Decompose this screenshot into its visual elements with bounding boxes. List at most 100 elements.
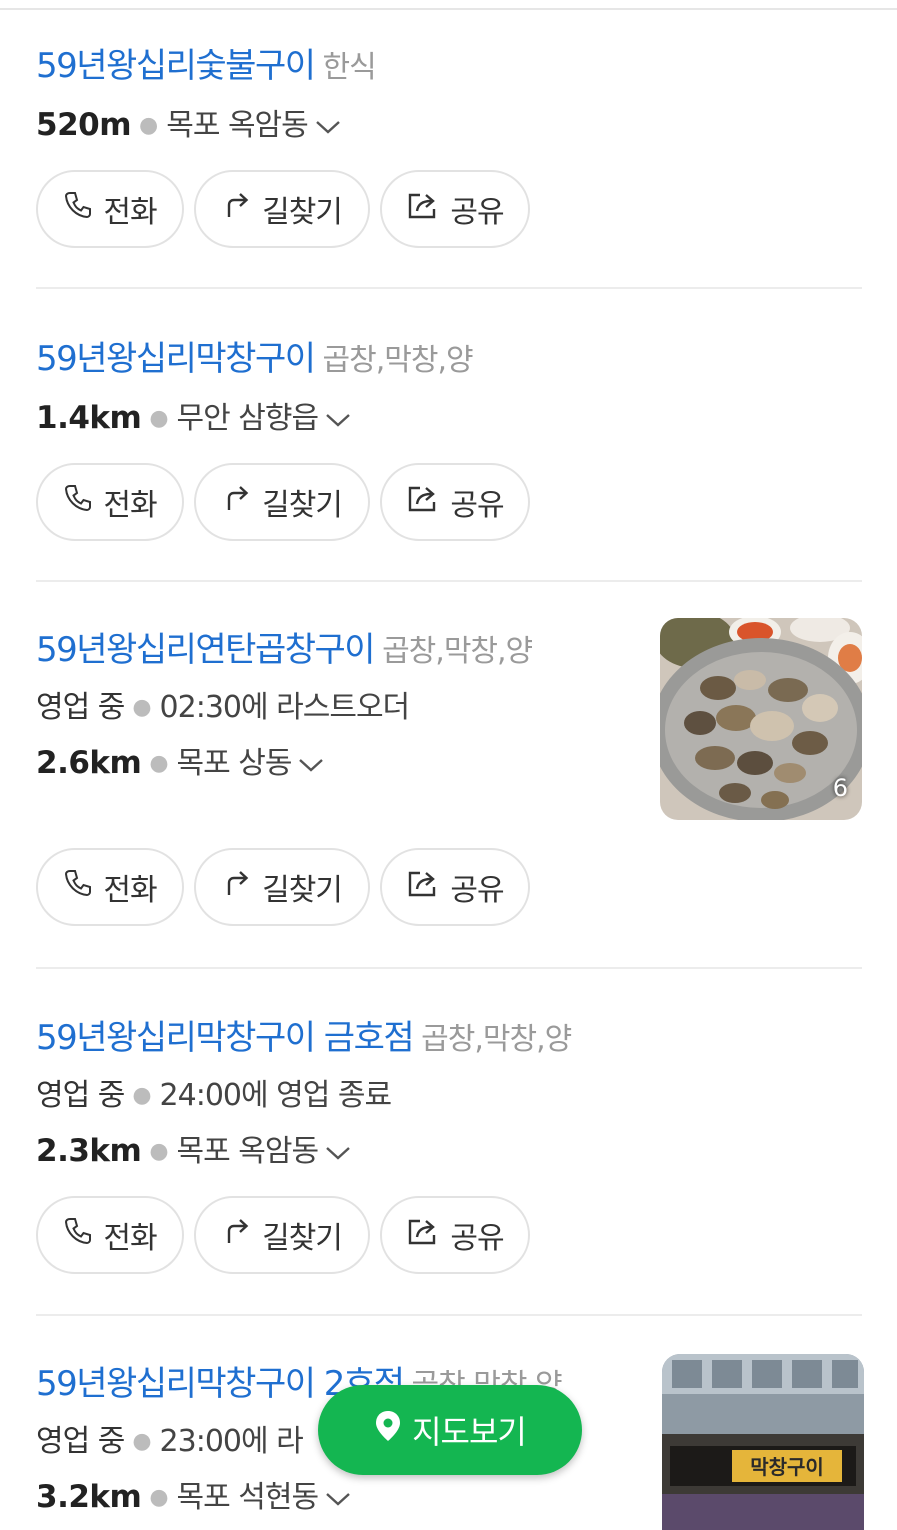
route-button[interactable]: 길찾기: [194, 463, 370, 541]
phone-icon: [63, 868, 103, 906]
place-category: 곱창,막창,양: [322, 343, 474, 378]
location-line[interactable]: 1.4km ● 무안 삼향읍: [36, 393, 352, 437]
share-label: 공유: [450, 873, 504, 908]
map-view-label: 지도보기: [412, 1413, 527, 1451]
place-name-link[interactable]: 59년왕십리막창구이 금호점: [36, 1018, 415, 1058]
route-arrow-icon: [222, 190, 262, 228]
separator-dot: ●: [132, 695, 152, 720]
open-status: 영업 중: [36, 1078, 125, 1113]
result-title-line: 59년왕십리연탄곱창구이 곱창,막창,양: [36, 622, 533, 671]
result-title-line: 59년왕십리숯불구이 한식: [36, 38, 377, 87]
map-pin-icon: [374, 1409, 412, 1451]
area-name: 목포 옥암동: [166, 108, 309, 143]
divider: [36, 967, 862, 969]
place-photo[interactable]: 6: [660, 618, 862, 820]
distance: 520m: [36, 107, 132, 143]
photo-count: 6: [832, 774, 848, 802]
share-label: 공유: [450, 195, 504, 230]
phone-icon: [63, 190, 103, 228]
separator-dot: ●: [132, 1429, 152, 1454]
route-button[interactable]: 길찾기: [194, 848, 370, 926]
chevron-down-icon[interactable]: [324, 1481, 352, 1516]
share-icon: [406, 1216, 450, 1254]
result-title-line: 59년왕십리막창구이 금호점 곱창,막창,양: [36, 1010, 572, 1059]
separator-dot: ●: [139, 113, 159, 138]
storefront-photo: 막창구이: [662, 1354, 864, 1530]
hours-info: 24:00에 영업 종료: [159, 1078, 393, 1113]
separator-dot: ●: [149, 1139, 169, 1164]
call-button[interactable]: 전화: [36, 170, 184, 248]
location-line[interactable]: 2.6km ● 목포 상동: [36, 738, 325, 782]
call-button[interactable]: 전화: [36, 848, 184, 926]
area-name: 목포 석현동: [176, 1480, 320, 1515]
place-name-link[interactable]: 59년왕십리연탄곱창구이: [36, 630, 376, 670]
business-status-line: 영업 중 ● 24:00에 영업 종료: [36, 1070, 393, 1114]
place-category: 곱창,막창,양: [421, 1022, 572, 1057]
hours-info: 02:30에 라스트오더: [159, 690, 411, 725]
divider: [36, 1314, 862, 1316]
area-name: 목포 옥암동: [176, 1134, 320, 1169]
phone-icon: [63, 1216, 103, 1254]
place-name-link[interactable]: 59년왕십리숯불구이: [36, 46, 316, 86]
location-line[interactable]: 520m ● 목포 옥암동: [36, 100, 342, 144]
separator-dot: ●: [149, 1485, 169, 1510]
result-item-1[interactable]: 59년왕십리숯불구이 한식 520m ● 목포 옥암동 전화 길찾기 공유: [36, 36, 862, 256]
route-label: 길찾기: [262, 873, 343, 908]
chevron-down-icon[interactable]: [297, 747, 325, 782]
separator-dot: ●: [149, 751, 169, 776]
call-label: 전화: [103, 873, 157, 908]
call-button[interactable]: 전화: [36, 1196, 184, 1274]
route-label: 길찾기: [262, 1221, 343, 1256]
open-status: 영업 중: [36, 1424, 125, 1459]
hours-info: 23:00에 라: [159, 1424, 304, 1459]
route-label: 길찾기: [262, 195, 343, 230]
location-line[interactable]: 3.2km ● 목포 석현동: [36, 1472, 352, 1516]
route-button[interactable]: 길찾기: [194, 1196, 370, 1274]
area-name: 목포 상동: [176, 746, 293, 781]
divider: [36, 287, 862, 289]
distance: 2.3km: [36, 1133, 142, 1169]
call-label: 전화: [103, 488, 157, 523]
result-item-3[interactable]: 59년왕십리연탄곱창구이 곱창,막창,양 영업 중 ● 02:30에 라스트오더 2.…: [36, 618, 862, 942]
business-status-line: 영업 중 ● 23:00에 라: [36, 1416, 304, 1460]
call-button[interactable]: 전화: [36, 463, 184, 541]
call-label: 전화: [103, 195, 157, 230]
top-divider: [0, 8, 897, 10]
phone-icon: [63, 483, 103, 521]
share-label: 공유: [450, 1221, 504, 1256]
result-item-4[interactable]: 59년왕십리막창구이 금호점 곱창,막창,양 영업 중 ● 24:00에 영업 종료 …: [36, 1010, 862, 1280]
share-icon: [406, 190, 450, 228]
distance: 1.4km: [36, 400, 142, 436]
place-name-link[interactable]: 59년왕십리막창구이: [36, 339, 316, 379]
chevron-down-icon[interactable]: [324, 1135, 352, 1170]
place-photo[interactable]: 막창구이: [662, 1354, 864, 1530]
share-label: 공유: [450, 488, 504, 523]
chevron-down-icon[interactable]: [324, 402, 352, 437]
route-button[interactable]: 길찾기: [194, 170, 370, 248]
route-arrow-icon: [222, 868, 262, 906]
share-button[interactable]: 공유: [380, 1196, 530, 1274]
storefront-sign-text: 막창구이: [750, 1455, 824, 1479]
result-title-line: 59년왕십리막창구이 곱창,막창,양: [36, 331, 474, 380]
call-label: 전화: [103, 1221, 157, 1256]
open-status: 영업 중: [36, 690, 125, 725]
map-view-button[interactable]: 지도보기: [318, 1385, 582, 1475]
share-icon: [406, 868, 450, 906]
chevron-down-icon[interactable]: [314, 109, 342, 144]
share-button[interactable]: 공유: [380, 170, 530, 248]
place-category: 곱창,막창,양: [382, 634, 533, 669]
location-line[interactable]: 2.3km ● 목포 옥암동: [36, 1126, 352, 1170]
business-status-line: 영업 중 ● 02:30에 라스트오더: [36, 682, 411, 726]
result-item-2[interactable]: 59년왕십리막창구이 곱창,막창,양 1.4km ● 무안 삼향읍 전화 길찾기 공유: [36, 329, 862, 549]
separator-dot: ●: [132, 1083, 152, 1108]
separator-dot: ●: [149, 406, 169, 431]
share-button[interactable]: 공유: [380, 463, 530, 541]
share-button[interactable]: 공유: [380, 848, 530, 926]
route-label: 길찾기: [262, 488, 343, 523]
share-icon: [406, 483, 450, 521]
route-arrow-icon: [222, 483, 262, 521]
grilled-food-photo: [660, 618, 862, 820]
distance: 2.6km: [36, 745, 142, 781]
area-name: 무안 삼향읍: [176, 401, 320, 436]
place-category: 한식: [322, 50, 377, 85]
